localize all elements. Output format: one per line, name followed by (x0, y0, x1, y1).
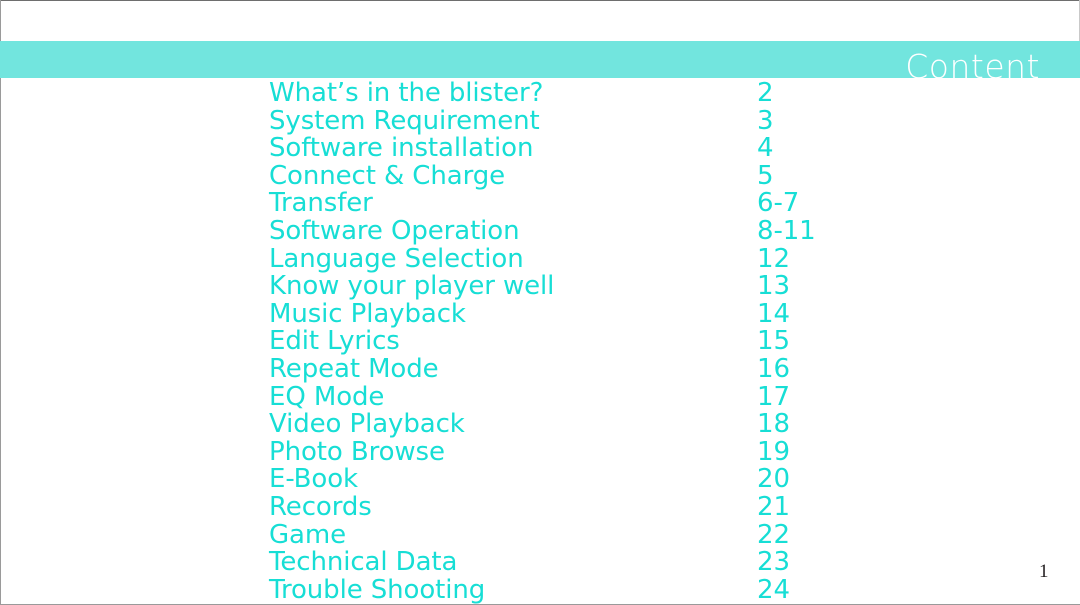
toc-entry-title: System Requirement (269, 105, 540, 136)
toc-entry-title: Software Operation (269, 215, 520, 246)
toc-entry-page: 18 (757, 409, 790, 440)
toc-entry[interactable]: Trouble Shooting 24 (269, 574, 969, 605)
toc-entry[interactable]: EQ Mode 17 (269, 381, 969, 412)
toc-entry[interactable]: System Requirement 3 (269, 105, 969, 136)
toc-entry[interactable]: Records 21 (269, 491, 969, 522)
toc-entry[interactable]: Video Playback 18 (269, 411, 969, 439)
toc-entry-page: 3 (757, 105, 774, 136)
toc-entry[interactable]: Connect & Charge 5 (269, 160, 969, 191)
table-of-contents: What’s in the blister? 2 System Requiremen… (269, 78, 969, 605)
toc-entry-page: 20 (757, 464, 790, 495)
toc-entry[interactable]: Technical Data 23 (269, 547, 969, 578)
toc-entry-title: Trouble Shooting (269, 574, 486, 605)
toc-entry-title: Software installation (269, 133, 534, 164)
toc-entry-title: EQ Mode (269, 381, 385, 412)
toc-entry-title: Music Playback (269, 298, 466, 329)
toc-entry[interactable]: Software installation 4 (269, 135, 969, 163)
toc-entry-page: 12 (757, 243, 790, 274)
folio-page-number: 1 (1039, 561, 1049, 582)
toc-entry-page: 21 (757, 491, 790, 522)
toc-entry-page: 19 (757, 436, 790, 467)
toc-entry-title: Edit Lyrics (269, 326, 400, 357)
toc-entry-title: Game (269, 519, 347, 550)
toc-entry-page: 16 (757, 353, 790, 384)
toc-entry-page: 17 (757, 381, 790, 412)
toc-entry-title: Language Selection (269, 243, 524, 274)
toc-entry[interactable]: Software Operation 8-11 (269, 215, 969, 246)
toc-entry[interactable]: Edit Lyrics 15 (269, 328, 969, 356)
toc-entry-page: 6-7 (757, 188, 800, 219)
toc-entry-title: Technical Data (269, 547, 458, 578)
toc-entry-page: 22 (757, 519, 790, 550)
toc-entry[interactable]: Language Selection 12 (269, 243, 969, 274)
toc-entry-page: 2 (757, 78, 774, 108)
manual-page: Content What’s in the blister? 2 System Re… (0, 0, 1080, 605)
toc-entry-title: Transfer (269, 188, 373, 219)
toc-entry-title: Photo Browse (269, 436, 445, 467)
page-border-left (0, 0, 1, 605)
toc-entry-page: 5 (757, 160, 774, 191)
toc-entry[interactable]: Photo Browse 19 (269, 436, 969, 467)
toc-entry-title: Video Playback (269, 409, 465, 440)
toc-entry-title: E-Book (269, 464, 358, 495)
toc-entry[interactable]: Transfer 6-7 (269, 190, 969, 218)
toc-entry[interactable]: Know your player well 13 (269, 273, 969, 301)
toc-entry-title: Records (269, 491, 372, 522)
toc-entry-title: What’s in the blister? (269, 78, 544, 108)
toc-entry-page: 4 (757, 133, 774, 164)
toc-entry[interactable]: E-Book 20 (269, 466, 969, 494)
toc-entry[interactable]: Game 22 (269, 519, 969, 550)
toc-entry-page: 23 (757, 547, 790, 578)
toc-entry-title: Connect & Charge (269, 160, 506, 191)
toc-entry-page: 15 (757, 326, 790, 357)
toc-entry-page: 24 (757, 574, 790, 605)
toc-entry-title: Repeat Mode (269, 353, 439, 384)
toc-entry-page: 8-11 (757, 215, 816, 246)
toc-entry-page: 13 (757, 271, 790, 302)
toc-entry[interactable]: What’s in the blister? 2 (269, 78, 969, 108)
toc-entry[interactable]: Music Playback 14 (269, 298, 969, 329)
page-border-top (0, 0, 1080, 1)
toc-entry[interactable]: Repeat Mode 16 (269, 353, 969, 384)
page-title: Content (905, 47, 1040, 86)
toc-entry-title: Know your player well (269, 271, 555, 302)
toc-entry-page: 14 (757, 298, 790, 329)
